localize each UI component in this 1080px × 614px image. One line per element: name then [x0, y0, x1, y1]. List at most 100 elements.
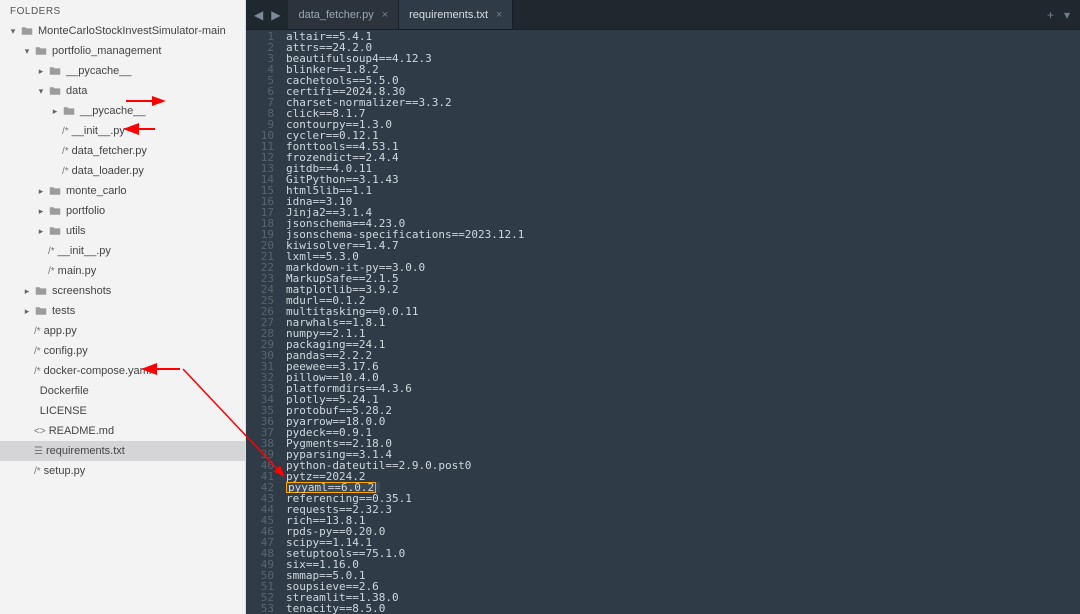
tree-file[interactable]: ▸/*config.py [0, 341, 245, 361]
chevron-right-icon[interactable]: ▸ [36, 186, 46, 197]
code-line[interactable]: blinker==1.8.2 [286, 64, 1080, 75]
code-line[interactable]: gitdb==4.0.11 [286, 163, 1080, 174]
tree-file[interactable]: ▸/*setup.py [0, 461, 245, 481]
python-file-icon: /* [62, 126, 69, 137]
tree-file[interactable]: ▸ Dockerfile [0, 381, 245, 401]
code-line[interactable]: soupsieve==2.6 [286, 581, 1080, 592]
chevron-right-icon[interactable]: ▸ [50, 106, 60, 117]
code-line[interactable]: setuptools==75.1.0 [286, 548, 1080, 559]
tree-file[interactable]: ▸/*__init__.py [0, 241, 245, 261]
tab-overflow-icon[interactable]: ▾ [1064, 8, 1070, 22]
code-line[interactable]: tenacity==8.5.0 [286, 603, 1080, 614]
line-number-gutter: 1234567891011121314151617181920212223242… [246, 30, 280, 614]
tree-folder[interactable]: ▸ utils [0, 221, 245, 241]
tree-folder[interactable]: ▸portfolio [0, 201, 245, 221]
code-line[interactable]: peewee==3.17.6 [286, 361, 1080, 372]
code-line[interactable]: beautifulsoup4==4.12.3 [286, 53, 1080, 64]
tree-file[interactable]: ▸/*app.py [0, 321, 245, 341]
tree-file[interactable]: ▸ LICENSE [0, 401, 245, 421]
code-line[interactable]: jsonschema-specifications==2023.12.1 [286, 229, 1080, 240]
code-line[interactable]: streamlit==1.38.0 [286, 592, 1080, 603]
code-line[interactable]: cycler==0.12.1 [286, 130, 1080, 141]
code-line[interactable]: idna==3.10 [286, 196, 1080, 207]
tree-folder[interactable]: ▸screenshots [0, 281, 245, 301]
code-line[interactable]: python-dateutil==2.9.0.post0 [286, 460, 1080, 471]
code-line[interactable]: GitPython==3.1.43 [286, 174, 1080, 185]
code-line[interactable]: Pygments==2.18.0 [286, 438, 1080, 449]
code-line[interactable]: plotly==5.24.1 [286, 394, 1080, 405]
code-line[interactable]: pytz==2024.2 [286, 471, 1080, 482]
tree-folder[interactable]: ▸__pycache__ [0, 101, 245, 121]
code-line[interactable]: platformdirs==4.3.6 [286, 383, 1080, 394]
tree-file[interactable]: ▸/*__init__.py [0, 121, 245, 141]
code-line[interactable]: pydeck==0.9.1 [286, 427, 1080, 438]
chevron-right-icon[interactable]: ▸ [22, 286, 32, 297]
code-line[interactable]: matplotlib==3.9.2 [286, 284, 1080, 295]
tab-label: requirements.txt [409, 9, 488, 21]
code-line[interactable]: packaging==24.1 [286, 339, 1080, 350]
chevron-down-icon[interactable]: ▾ [22, 46, 32, 57]
chevron-down-icon[interactable]: ▾ [8, 26, 18, 37]
tab-nav-left-icon[interactable]: ◀ [254, 8, 263, 22]
close-icon[interactable]: × [496, 9, 502, 21]
tree-folder[interactable]: ▸tests [0, 301, 245, 321]
code-line[interactable]: fonttools==4.53.1 [286, 141, 1080, 152]
tree-file[interactable]: ▸/*main.py [0, 261, 245, 281]
tree-folder[interactable]: ▾MonteCarloStockInvestSimulator-main [0, 21, 245, 41]
folder-tree[interactable]: ▾MonteCarloStockInvestSimulator-main▾por… [0, 21, 245, 614]
editor-tab[interactable]: requirements.txt × [399, 0, 513, 29]
chevron-down-icon[interactable]: ▾ [36, 86, 46, 97]
chevron-right-icon[interactable]: ▸ [36, 226, 46, 237]
editor-tab[interactable]: data_fetcher.py× [288, 0, 399, 29]
tab-nav-buttons[interactable]: ◀ ▶ [246, 0, 288, 29]
folder-icon [20, 25, 34, 37]
code-line[interactable]: cachetools==5.5.0 [286, 75, 1080, 86]
code-line[interactable]: rich==13.8.1 [286, 515, 1080, 526]
code-line[interactable]: smmap==5.0.1 [286, 570, 1080, 581]
markdown-file-icon: <> [34, 426, 46, 437]
tab-right-controls[interactable]: + ▾ [1037, 0, 1080, 29]
code-line[interactable]: markdown-it-py==3.0.0 [286, 262, 1080, 273]
tree-item-label: data_fetcher.py [72, 145, 147, 157]
tree-file[interactable]: ▸/*data_loader.py [0, 161, 245, 181]
chevron-right-icon[interactable]: ▸ [22, 306, 32, 317]
code-line[interactable]: scipy==1.14.1 [286, 537, 1080, 548]
code-line[interactable]: protobuf==5.28.2 [286, 405, 1080, 416]
tree-file[interactable]: ▸/*data_fetcher.py [0, 141, 245, 161]
code-line[interactable]: MarkupSafe==2.1.5 [286, 273, 1080, 284]
new-tab-icon[interactable]: + [1047, 8, 1054, 22]
code-line[interactable]: frozendict==2.4.4 [286, 152, 1080, 163]
folder-icon [48, 225, 62, 237]
tree-file[interactable]: ▸/*docker-compose.yaml [0, 361, 245, 381]
tree-file[interactable]: ▸☰requirements.txt [0, 441, 245, 461]
code-line[interactable]: charset-normalizer==3.3.2 [286, 97, 1080, 108]
code-line[interactable]: six==1.16.0 [286, 559, 1080, 570]
code-line[interactable]: altair==5.4.1 [286, 31, 1080, 42]
tree-file[interactable]: ▸<>README.md [0, 421, 245, 441]
code-line[interactable]: pyarrow==18.0.0 [286, 416, 1080, 427]
code-line[interactable]: pandas==2.2.2 [286, 350, 1080, 361]
tree-folder[interactable]: ▾data [0, 81, 245, 101]
code-line[interactable]: html5lib==1.1 [286, 185, 1080, 196]
code-line[interactable]: rpds-py==0.20.0 [286, 526, 1080, 537]
code-editor[interactable]: 1234567891011121314151617181920212223242… [246, 30, 1080, 614]
code-line[interactable]: Jinja2==3.1.4 [286, 207, 1080, 218]
code-line[interactable]: numpy==2.1.1 [286, 328, 1080, 339]
close-icon[interactable]: × [382, 9, 388, 21]
python-file-icon: /* [62, 146, 69, 157]
tree-folder[interactable]: ▸__pycache__ [0, 61, 245, 81]
code-line[interactable]: requests==2.32.3 [286, 504, 1080, 515]
chevron-right-icon[interactable]: ▸ [36, 66, 46, 77]
tree-folder[interactable]: ▸monte_carlo [0, 181, 245, 201]
code-line[interactable]: kiwisolver==1.4.7 [286, 240, 1080, 251]
tree-folder[interactable]: ▾portfolio_management [0, 41, 245, 61]
code-content[interactable]: altair==5.4.1attrs==24.2.0beautifulsoup4… [280, 30, 1080, 614]
chevron-right-icon[interactable]: ▸ [36, 206, 46, 217]
code-line[interactable]: click==8.1.7 [286, 108, 1080, 119]
code-line[interactable]: narwhals==1.8.1 [286, 317, 1080, 328]
code-line[interactable]: multitasking==0.0.11 [286, 306, 1080, 317]
tab-nav-right-icon[interactable]: ▶ [271, 8, 280, 22]
code-line[interactable]: referencing==0.35.1 [286, 493, 1080, 504]
code-line[interactable]: contourpy==1.3.0 [286, 119, 1080, 130]
tree-item-label: utils [66, 225, 86, 237]
